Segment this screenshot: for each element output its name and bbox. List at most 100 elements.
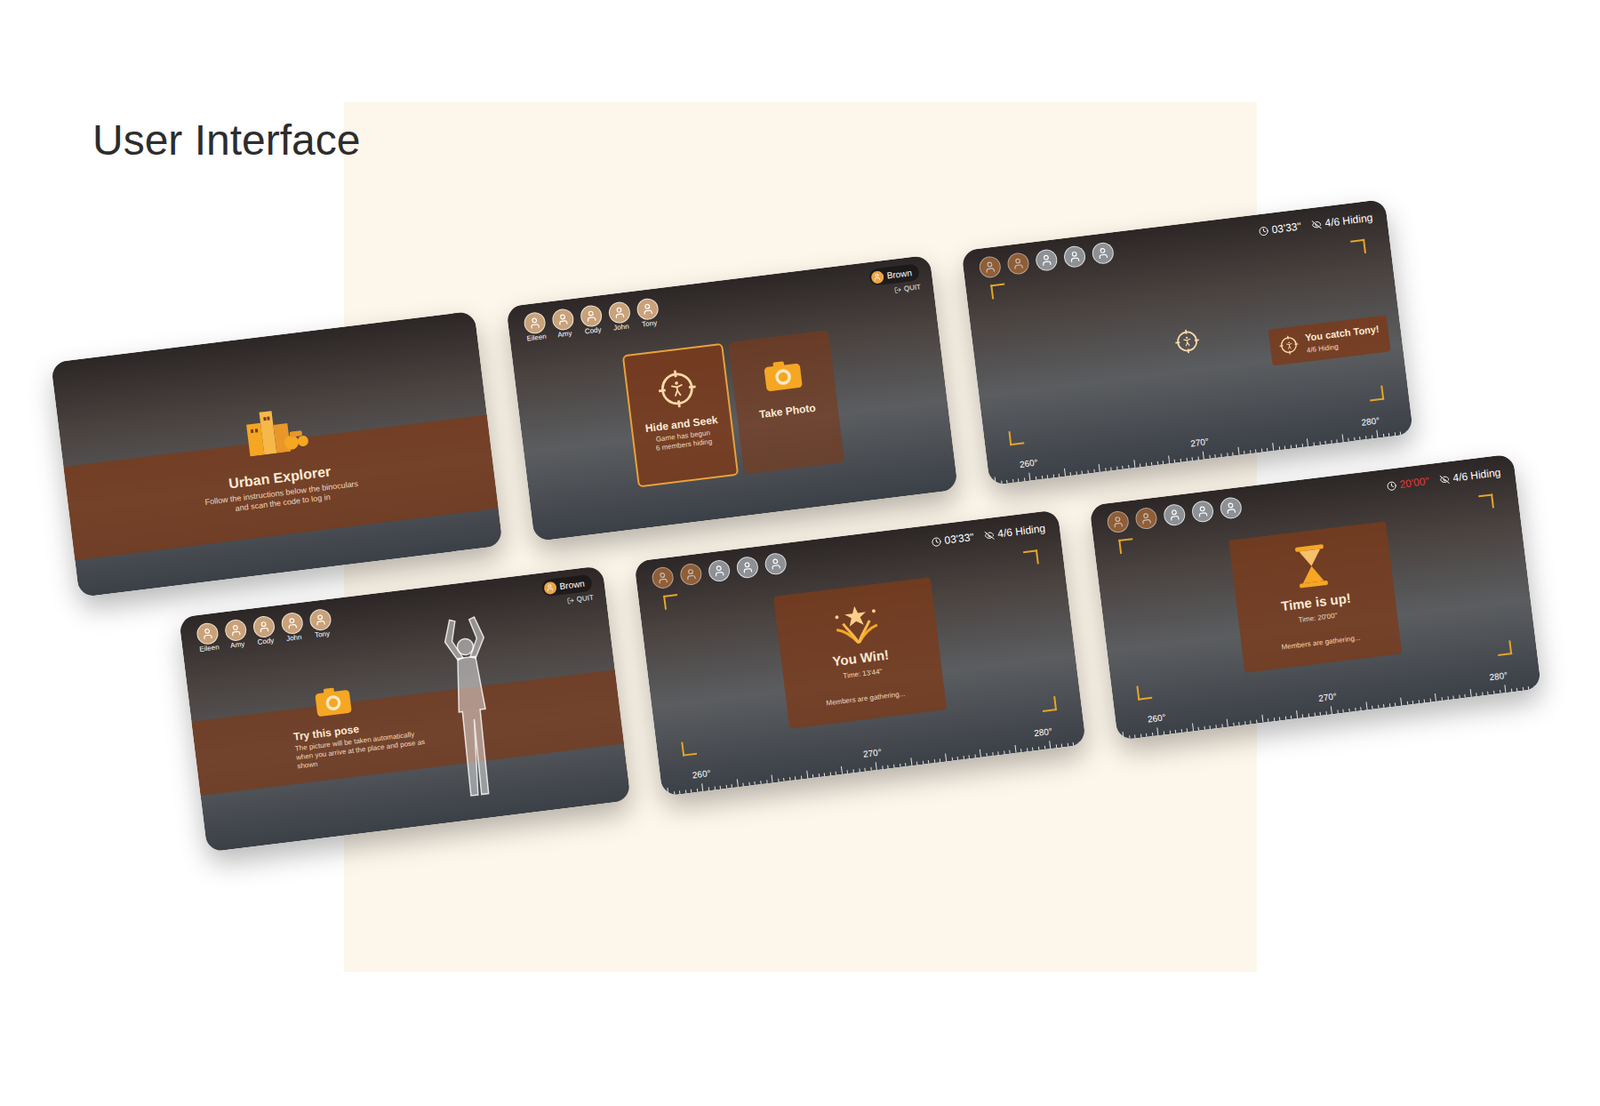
player-avatar-icon	[1134, 506, 1159, 531]
player-avatar-icon	[736, 555, 760, 580]
player[interactable]	[734, 555, 762, 580]
quit-icon	[566, 596, 575, 605]
camera-view	[505, 255, 959, 543]
frame-corner	[1023, 549, 1040, 566]
player-avatar-icon	[763, 552, 788, 576]
result-note: Members are gathering...	[825, 688, 906, 709]
player-avatar-icon	[1162, 503, 1187, 528]
player[interactable]	[677, 561, 705, 586]
player-avatar-icon	[308, 608, 333, 632]
player-avatar-icon	[280, 611, 304, 636]
player[interactable]	[1104, 509, 1132, 534]
quit-icon	[894, 286, 903, 295]
game-mode-tile[interactable]: Hide and SeekGame has begun6 members hid…	[622, 343, 739, 488]
player[interactable]: John	[278, 610, 307, 644]
result-note: Members are gathering...	[1280, 632, 1361, 653]
player-avatar-icon	[679, 562, 704, 587]
user-badge: BrownQUIT	[541, 574, 595, 610]
frame-corner	[1478, 493, 1495, 510]
target-icon	[655, 367, 699, 411]
frame-corner	[1118, 537, 1135, 554]
player-avatar-icon	[1006, 251, 1031, 276]
hiding-icon	[984, 529, 995, 541]
player[interactable]: Amy	[549, 307, 578, 341]
result-panel: You Win!Time: 13'44"Members are gatherin…	[773, 576, 947, 729]
player[interactable]: Amy	[222, 617, 251, 651]
frame-corner	[1368, 385, 1384, 402]
player-avatar-icon	[650, 566, 675, 591]
player-avatar-icon	[579, 304, 604, 328]
player[interactable]: Cody	[577, 304, 607, 337]
camera-icon	[312, 684, 354, 719]
player[interactable]	[1004, 251, 1032, 276]
player-avatar-icon	[252, 615, 277, 640]
intro-screen: Urban ExplorerFollow the instructions be…	[50, 311, 504, 599]
screen-gallery: Urban ExplorerFollow the instructions be…	[50, 187, 1542, 864]
frame-corner	[1136, 684, 1152, 701]
player[interactable]	[1216, 496, 1245, 520]
player-avatar-icon	[224, 617, 248, 642]
menu-screen: Eileen Amy CodyJohn Tony BrownQUIT Hide and S…	[505, 255, 959, 543]
hiding-icon	[1439, 473, 1450, 485]
compass-label: 270°	[1317, 689, 1337, 705]
hiding-icon	[1311, 218, 1322, 230]
user-badge: BrownQUIT	[868, 263, 922, 299]
player-avatar-icon	[635, 296, 660, 321]
user-avatar-icon	[870, 270, 885, 285]
camera-icon	[761, 358, 805, 394]
game-screen: 03'33"4/6 HidingYou catch Tony!4/6 Hidin…	[960, 199, 1414, 487]
player-name: Tony	[314, 629, 331, 640]
compass-label: 260°	[1146, 710, 1167, 726]
player[interactable]	[1088, 240, 1117, 265]
player[interactable]	[1061, 244, 1089, 269]
user-avatar-icon	[543, 580, 558, 595]
player-avatar-icon	[195, 621, 220, 646]
user-name: Brown	[559, 576, 586, 593]
compass-label: 280°	[1488, 668, 1509, 684]
city-binoculars-icon	[237, 403, 311, 458]
player[interactable]	[1132, 505, 1160, 530]
frame-corner	[1350, 239, 1367, 256]
player[interactable]	[976, 255, 1004, 280]
frame-corner	[990, 283, 1007, 300]
frame-corner	[680, 740, 697, 757]
player[interactable]: John	[606, 300, 635, 334]
player[interactable]	[1160, 503, 1189, 528]
player[interactable]	[1032, 248, 1061, 272]
hourglass-icon	[1293, 543, 1331, 590]
player[interactable]: Tony	[306, 608, 336, 641]
player[interactable]: Eileen	[520, 311, 550, 344]
target-icon	[1173, 327, 1201, 355]
player-avatar-icon	[1191, 499, 1216, 524]
player-avatar-icon	[522, 311, 547, 336]
player[interactable]: Tony	[633, 296, 663, 330]
game-mode-tile[interactable]: Take Photo	[728, 329, 845, 475]
player[interactable]	[1189, 499, 1217, 524]
player-avatar-icon	[1034, 248, 1059, 272]
result-panel: Time is up!Time: 20'00"Members are gathe…	[1228, 520, 1402, 673]
page-title: User Interface	[92, 119, 1600, 162]
clock-icon	[930, 536, 942, 547]
result-screen: 20'00"4/6 HidingTime is up!Time: 20'00"M…	[1088, 453, 1542, 741]
player[interactable]	[648, 565, 677, 590]
player-avatar-icon	[707, 559, 732, 584]
compass-label: 270°	[1189, 434, 1209, 450]
frame-corner	[1008, 429, 1024, 446]
player-avatar-icon	[1063, 244, 1088, 269]
compass-label: 280°	[1360, 413, 1381, 429]
clock-icon	[1385, 480, 1397, 491]
player-avatar-icon	[608, 300, 632, 325]
player[interactable]	[705, 558, 734, 583]
player[interactable]: Cody	[250, 614, 280, 648]
player-name: Tony	[641, 319, 658, 330]
player-name: Amy	[557, 328, 573, 340]
player-avatar-icon	[551, 307, 576, 332]
player-avatar-icon	[977, 255, 1002, 280]
player-avatar-icon	[1218, 496, 1243, 520]
frame-corner	[1040, 696, 1057, 712]
player[interactable]	[761, 552, 790, 576]
player-avatar-icon	[1090, 240, 1115, 265]
fireworks-icon	[830, 601, 883, 647]
player[interactable]: Eileen	[193, 621, 223, 655]
frame-corner	[1496, 640, 1512, 656]
